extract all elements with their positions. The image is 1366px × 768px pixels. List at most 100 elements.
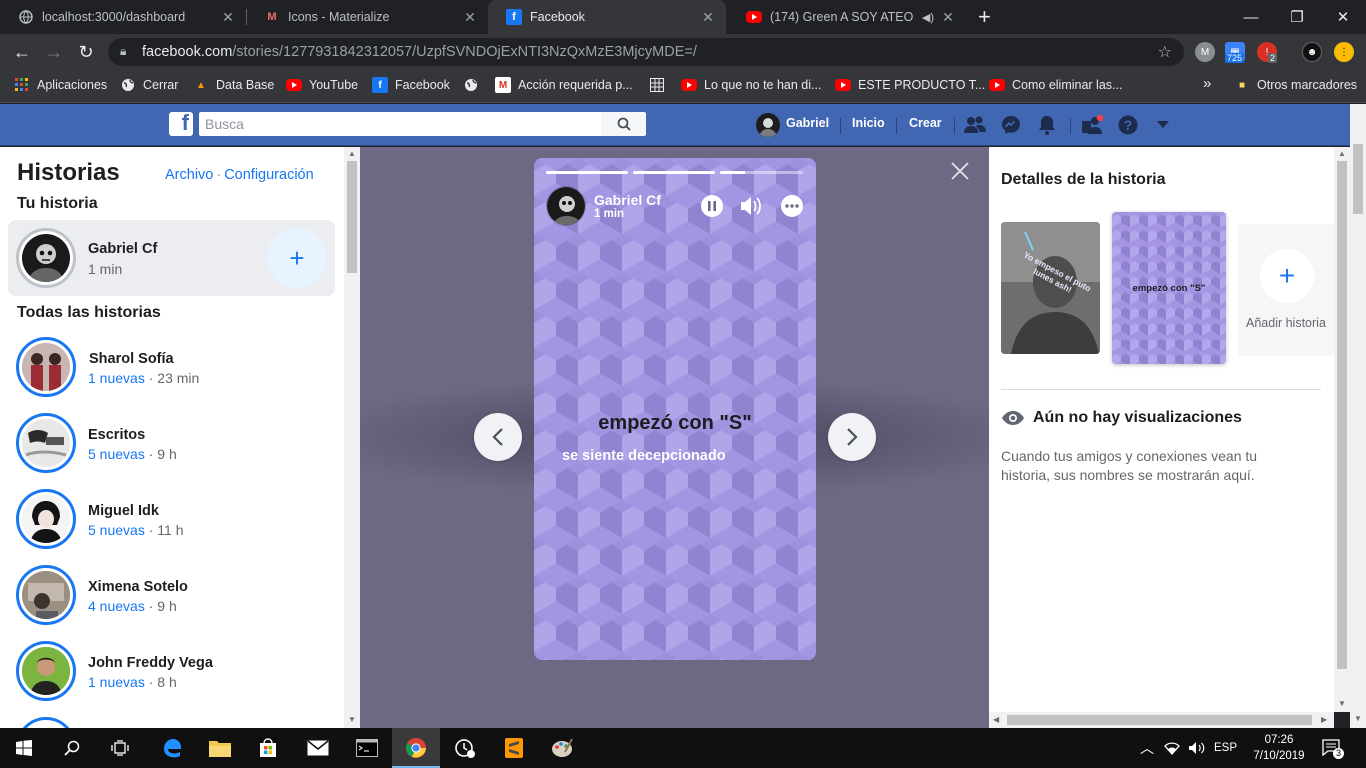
bookmark-youtube[interactable]: YouTube — [286, 77, 358, 93]
add-story-button[interactable]: + — [267, 228, 327, 288]
friend-requests-icon[interactable] — [964, 115, 986, 135]
story-card[interactable]: Gabriel Cf 1 min empezó con "S" se sient… — [534, 158, 816, 660]
bookmark-grid[interactable] — [649, 77, 672, 93]
mail-button[interactable] — [294, 728, 342, 768]
help-question-icon[interactable]: ? — [1117, 115, 1139, 135]
archive-link[interactable]: Archivo — [165, 167, 213, 183]
story-author-name[interactable]: Gabriel Cf — [594, 192, 661, 208]
profile-avatar-icon[interactable]: ☻ — [1302, 42, 1322, 62]
scrollbar-thumb[interactable] — [1007, 715, 1312, 725]
story-list-item[interactable]: Ximena Sotelo 4 nuevas · 9 h — [0, 563, 344, 639]
nav-profile-link[interactable]: Gabriel — [786, 116, 829, 130]
scrollbar-thumb[interactable] — [1337, 161, 1347, 669]
chrome-menu-icon[interactable]: ⋮ — [1334, 42, 1354, 62]
search-button[interactable] — [601, 112, 646, 136]
close-icon[interactable]: ✕ — [462, 9, 478, 26]
bookmark-cerrar[interactable]: Cerrar — [120, 77, 178, 93]
sublime-text-button[interactable] — [490, 728, 538, 768]
terminal-button[interactable] — [343, 728, 391, 768]
bookmark-video-2[interactable]: ESTE PRODUCTO T... — [835, 77, 985, 93]
close-icon[interactable]: ✕ — [700, 9, 716, 26]
paint-button[interactable] — [538, 728, 586, 768]
restore-button[interactable]: ❐ — [1274, 0, 1320, 34]
tab-facebook[interactable]: f Facebook ✕ — [488, 0, 726, 34]
reload-icon[interactable]: ↻ — [74, 40, 98, 64]
bookmark-otros-marcadores[interactable]: ■ Otros marcadores — [1234, 77, 1357, 93]
your-story-item[interactable]: Gabriel Cf 1 min + — [8, 220, 335, 296]
chrome-button[interactable] — [392, 728, 440, 768]
volume-icon[interactable] — [1188, 728, 1206, 768]
facebook-logo-icon[interactable]: f — [169, 112, 193, 136]
add-story-tile[interactable]: + Añadir historia — [1238, 224, 1334, 356]
show-hidden-icons-chevron-icon[interactable]: ︿ — [1140, 728, 1154, 768]
back-arrow-icon[interactable]: ← — [10, 40, 34, 64]
wifi-icon[interactable] — [1164, 728, 1180, 768]
speaker-icon[interactable]: ◀) — [922, 11, 934, 24]
more-options-button[interactable] — [780, 194, 804, 218]
close-viewer-button[interactable] — [950, 161, 974, 185]
story-thumbnail[interactable]: Yo empeso el puto lunes ash! — [1001, 222, 1100, 354]
story-author-avatar[interactable] — [546, 186, 586, 226]
scroll-down-arrow-icon[interactable]: ▼ — [1338, 699, 1346, 708]
close-icon[interactable]: ✕ — [220, 9, 236, 26]
scroll-up-arrow-icon[interactable]: ▲ — [348, 149, 356, 158]
extension-m-icon[interactable]: M — [1195, 42, 1215, 62]
store-button[interactable] — [244, 728, 292, 768]
bookmark-gmail[interactable]: M Acción requerida p... — [495, 77, 633, 93]
details-scrollbar[interactable]: ▲ ▼ — [1334, 147, 1350, 712]
bookmark-video-1[interactable]: Lo que no te han di... — [681, 77, 821, 93]
taskbar-clock[interactable]: 07:26 7/10/2019 — [1244, 732, 1314, 764]
scroll-right-arrow-icon[interactable]: ▶ — [1321, 715, 1327, 724]
task-view-button[interactable] — [96, 728, 144, 768]
scroll-left-arrow-icon[interactable]: ◀ — [993, 715, 999, 724]
window-close-button[interactable]: ✕ — [1320, 0, 1366, 34]
sidebar-scrollbar[interactable]: ▲ ▼ — [344, 147, 360, 728]
bookmark-facebook[interactable]: f Facebook — [372, 77, 450, 93]
user-avatar[interactable] — [756, 113, 780, 137]
next-story-button[interactable] — [828, 413, 876, 461]
bookmark-globe[interactable] — [463, 77, 486, 93]
scroll-down-arrow-icon[interactable]: ▼ — [1354, 714, 1362, 723]
story-thumbnail-selected[interactable]: empezó con "S" — [1112, 212, 1226, 364]
scroll-up-arrow-icon[interactable]: ▲ — [1338, 149, 1346, 158]
pause-button[interactable] — [700, 194, 724, 218]
bookmarks-overflow-button[interactable]: » — [1203, 75, 1211, 92]
story-list-item[interactable]: John Freddy Vega 1 nuevas · 8 h — [0, 639, 344, 715]
account-menu-chevron-icon[interactable] — [1152, 115, 1174, 135]
nav-home-link[interactable]: Inicio — [852, 116, 885, 130]
edge-browser-button[interactable] — [148, 728, 196, 768]
start-button[interactable] — [0, 728, 48, 768]
bookmark-data-base[interactable]: ▲ Data Base — [193, 77, 274, 93]
mute-button[interactable] — [739, 194, 763, 218]
action-center-button[interactable]: 3 — [1322, 728, 1344, 768]
search-button[interactable] — [48, 728, 96, 768]
minimize-button[interactable]: — — [1228, 0, 1274, 34]
previous-story-button[interactable] — [474, 413, 522, 461]
alarm-clock-button[interactable] — [441, 728, 489, 768]
nav-create-link[interactable]: Crear — [909, 116, 942, 130]
page-scrollbar[interactable]: ▲ ▼ — [1350, 104, 1366, 728]
forward-arrow-icon[interactable]: → — [42, 40, 66, 64]
tab-localhost[interactable]: localhost:3000/dashboard ✕ — [0, 0, 246, 34]
story-list-item[interactable]: Miguel Idk 5 nuevas · 11 h — [0, 487, 344, 563]
scroll-down-arrow-icon[interactable]: ▼ — [348, 715, 356, 724]
tab-materialize[interactable]: M Icons - Materialize ✕ — [246, 0, 488, 34]
story-list-item[interactable]: Escritos 5 nuevas · 9 h — [0, 411, 344, 487]
close-icon[interactable]: ✕ — [940, 9, 956, 26]
quick-help-people-icon[interactable] — [1081, 115, 1103, 135]
notifications-bell-icon[interactable] — [1036, 115, 1058, 135]
tab-youtube[interactable]: (174) Green A SOY ATEO Y Q ◀) ✕ — [728, 0, 966, 34]
scrollbar-thumb[interactable] — [1353, 144, 1363, 214]
settings-link[interactable]: Configuración — [224, 167, 313, 183]
search-input[interactable] — [199, 112, 601, 136]
address-bar[interactable]: 🔒︎ facebook.com/stories/1277931842312057… — [108, 38, 1184, 66]
file-explorer-button[interactable] — [196, 728, 244, 768]
scrollbar-thumb[interactable] — [347, 161, 357, 273]
new-tab-button[interactable]: + — [978, 4, 991, 30]
bookmark-aplicaciones[interactable]: Aplicaciones — [14, 77, 107, 93]
bookmark-star-icon[interactable]: ☆ — [1158, 42, 1172, 62]
details-horizontal-scrollbar[interactable]: ◀ ▶ — [989, 712, 1334, 728]
input-language[interactable]: ESP — [1214, 728, 1237, 768]
messenger-icon[interactable] — [1000, 115, 1022, 135]
story-list-item[interactable]: Sharol Sofía 1 nuevas · 23 min — [0, 335, 344, 411]
